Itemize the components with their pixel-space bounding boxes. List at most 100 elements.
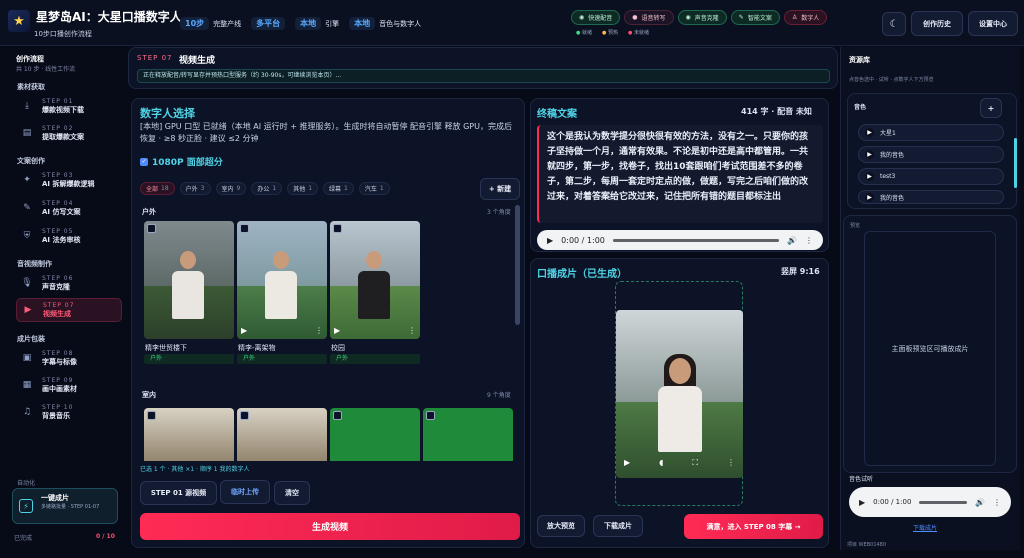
sidebar-item-step06[interactable]: 🎙 STEP 06 声音克隆 (16, 271, 122, 295)
fullscreen-icon[interactable]: ⛶ (692, 458, 698, 468)
step-header: STEP 07 视频生成 正在释放配音/转写显存并预热口型服务（约 30-90s… (128, 47, 838, 89)
badge-platform: 多平台 (251, 17, 286, 30)
sidebar-item-step03[interactable]: ✦ STEP 03 AI 拆解爆款逻辑 (16, 168, 122, 192)
script-text[interactable]: 这个是我认为数学提分很快很有效的方法，没有之一。只要你的孩子坚持做一个月，通常有… (537, 125, 823, 223)
hd-toggle[interactable]: ✓ 1080P 面部超分 (140, 155, 223, 168)
video-controls[interactable]: ▶ ⋮ (334, 326, 416, 335)
sidebar-item-step01[interactable]: ⤓ STEP 01 爆款视频下载 (16, 94, 122, 118)
play-icon[interactable]: ▶ (334, 326, 340, 335)
voice-item[interactable]: ▶ 我的音色 (858, 146, 1004, 163)
avatar-card[interactable] (423, 408, 513, 461)
more-icon[interactable]: ⋮ (727, 458, 735, 468)
download-video-button[interactable]: 下载成片 (593, 515, 643, 537)
sidebar-item-step02[interactable]: ▤ STEP 02 提取爆款文案 (16, 121, 122, 145)
service-avatar[interactable]: ♙ 数字人 (783, 10, 828, 25)
play-icon[interactable]: ▶ (865, 128, 874, 137)
filter-indoor[interactable]: 室内 9 (215, 182, 247, 195)
legend-not-ready: ● 未就绪 (627, 30, 649, 36)
oneclick-card[interactable]: ⚡ 一键成片 多链路批量 · STEP 01-07 (12, 488, 118, 524)
select-checkbox[interactable] (240, 411, 249, 420)
app-logo: ★ (8, 10, 30, 32)
enlarge-preview-button[interactable]: 放大预览 (537, 515, 585, 537)
more-icon[interactable]: ⋮ (993, 498, 1001, 507)
play-icon[interactable]: ▶ (865, 172, 874, 181)
avatar-video[interactable]: ▶ ⋮ (330, 221, 420, 339)
select-checkbox[interactable] (333, 224, 342, 233)
play-icon[interactable]: ▶ (624, 458, 630, 468)
scrollbar[interactable] (515, 205, 520, 325)
wave-icon: ◉ (685, 14, 691, 21)
avatar-name: 精李世贸楼下 (145, 344, 187, 352)
select-checkbox[interactable] (333, 411, 342, 420)
play-icon[interactable]: ▶ (865, 150, 874, 159)
add-voice-button[interactable]: + (980, 98, 1002, 118)
volume-icon[interactable]: ◖ (659, 458, 663, 468)
voice-item[interactable]: ▶ 我的音色 (858, 190, 1004, 204)
next-step-button[interactable]: 满意，进入 STEP 08 字幕 → (684, 514, 823, 539)
video-icon: ▶ (24, 305, 32, 315)
sidebar-item-step09[interactable]: ▦ STEP 09 画中画素材 (16, 373, 122, 397)
avatar-card[interactable] (330, 408, 420, 461)
audio-progress[interactable] (919, 500, 968, 504)
script-audio-player[interactable]: ▶ 0:00 / 1:00 🔊 ⋮ (537, 230, 823, 250)
resources-hint: 点音色选中 · 试听 · 点数字人下方预览 (849, 77, 934, 83)
sidebar-item-step05[interactable]: ⛨ STEP 05 AI 法务审核 (16, 224, 122, 248)
more-icon[interactable]: ⋮ (315, 326, 323, 335)
badge-voice-avatar: 本地 音色与数字人 (349, 17, 421, 30)
avatar-card[interactable]: ▶ ⋮ 精李-离架物 户外 (237, 221, 327, 371)
avatar-video[interactable]: ▶ ⋮ (237, 221, 327, 339)
theme-toggle-button[interactable]: ☾ (882, 12, 906, 36)
volume-icon[interactable]: 🔊 (975, 498, 985, 507)
volume-icon[interactable]: 🔊 (787, 236, 797, 245)
select-checkbox[interactable] (240, 224, 249, 233)
play-icon[interactable]: ▶ (859, 498, 865, 507)
video-controls[interactable]: ▶ ⋮ (241, 326, 323, 335)
voice-item[interactable]: ▶ 大星1 (858, 124, 1004, 141)
filter-greenscreen[interactable]: 绿幕 1 (323, 182, 354, 195)
avatar-card[interactable] (144, 408, 234, 461)
avatar-tag: 户外 (144, 354, 234, 364)
select-checkbox[interactable] (147, 224, 156, 233)
history-button[interactable]: 创作历史 (911, 11, 963, 36)
select-checkbox[interactable] (426, 411, 435, 420)
avatar-card[interactable] (237, 408, 327, 461)
filter-other[interactable]: 其他 1 (287, 182, 319, 195)
video-controls[interactable]: ▶ ◖ ⛶ ⋮ (624, 458, 735, 468)
filter-office[interactable]: 办公 1 (251, 182, 283, 195)
filter-outdoor[interactable]: 户外 3 (179, 182, 211, 195)
more-icon[interactable]: ⋮ (805, 236, 813, 245)
sidebar-item-step08[interactable]: ▣ STEP 08 字幕与标像 (16, 346, 122, 370)
scrollbar[interactable] (1014, 138, 1017, 188)
service-copy[interactable]: ✎ 智能文案 (730, 10, 780, 25)
legend-ready: ● 就绪 (576, 30, 592, 36)
generate-video-button[interactable]: 生成视频 (140, 513, 520, 540)
select-checkbox[interactable] (147, 411, 156, 420)
sidebar-item-step04[interactable]: ✎ STEP 04 AI 仿写文案 (16, 196, 122, 220)
service-asr[interactable]: ● 语音转写 (624, 10, 674, 25)
download-link[interactable]: 下载成片 (913, 523, 937, 532)
sidebar-item-step07[interactable]: ▶ STEP 07 视频生成 (16, 298, 122, 322)
new-avatar-button[interactable]: + 新建 (480, 178, 520, 200)
settings-button[interactable]: 设置中心 (968, 11, 1018, 36)
avatar-card[interactable]: 精李世贸楼下 户外 (144, 221, 234, 371)
play-icon[interactable]: ▶ (547, 236, 553, 245)
generated-video[interactable]: ▶ ◖ ⛶ ⋮ (616, 310, 743, 478)
audition-player[interactable]: ▶ 0:00 / 1:00 🔊 ⋮ (849, 487, 1011, 517)
service-clone[interactable]: ◉ 声音克隆 (677, 10, 727, 25)
voice-item[interactable]: ▶ test3 (858, 168, 1004, 185)
service-tts[interactable]: ◉ 快速配音 (571, 10, 621, 25)
sidebar-item-step10[interactable]: ♫ STEP 10 背景音乐 (16, 400, 122, 424)
more-icon[interactable]: ⋮ (408, 326, 416, 335)
play-icon[interactable]: ▶ (241, 326, 247, 335)
clear-button[interactable]: 清空 (274, 481, 310, 505)
checkbox-icon[interactable]: ✓ (140, 157, 148, 166)
source-video-button[interactable]: STEP 01 源视频 (140, 481, 217, 505)
top-header: ★ 星梦岛AI：大星口播数字人 10步口播创作流程 10步 完整产线 多平台 本地… (0, 0, 1024, 46)
avatar-video[interactable] (144, 221, 234, 339)
play-icon[interactable]: ▶ (865, 192, 874, 202)
filter-car[interactable]: 汽车 1 (358, 182, 390, 195)
audio-progress[interactable] (612, 238, 780, 242)
avatar-card[interactable]: ▶ ⋮ 校园 户外 (330, 221, 420, 371)
filter-all[interactable]: 全部 18 (140, 182, 175, 195)
temp-upload-button[interactable]: 临时上传 (220, 480, 270, 504)
